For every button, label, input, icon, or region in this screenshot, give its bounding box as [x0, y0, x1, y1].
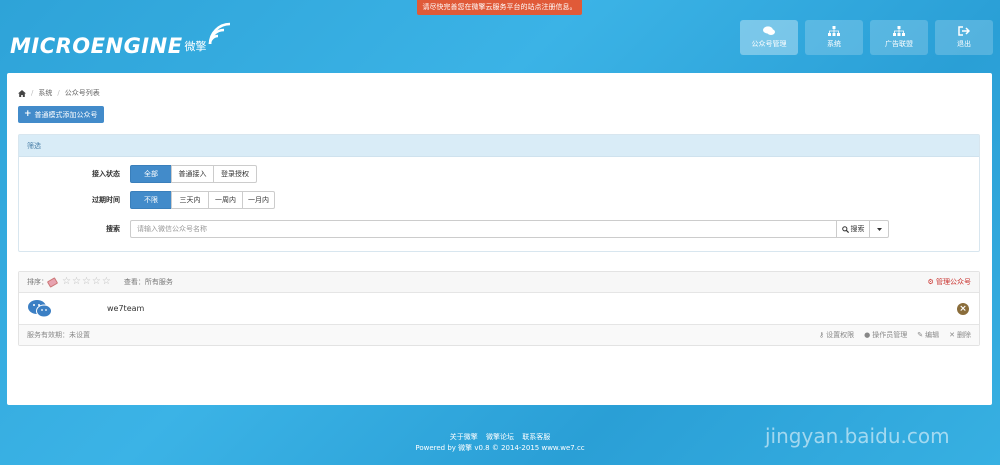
filter-all[interactable]: 全部 — [130, 165, 172, 183]
expire-time-label: 过期时间 — [92, 196, 120, 204]
list-item-footer: 服务有效期：未设置 ⚷ 设置权限 ● 操作员管理 ✎ 编辑 ✕ 删除 — [19, 325, 979, 345]
nav-account-manage[interactable]: 公众号管理 — [740, 20, 798, 55]
operator-manage-link[interactable]: ● 操作员管理 — [864, 330, 907, 340]
breadcrumb-system[interactable]: 系统 — [38, 88, 52, 98]
view-filter[interactable]: 查看：所有服务 — [124, 277, 173, 287]
list-header: 排序： ☆ ☆ ☆ ☆ ☆ 查看：所有服务 ⚙ 管理公众号 — [19, 272, 979, 293]
logo[interactable]: MICROENGINE 微擎 — [10, 18, 231, 58]
breadcrumb: / 系统 / 公众号列表 — [18, 88, 100, 98]
home-icon[interactable] — [18, 89, 26, 97]
plus-icon: + — [24, 109, 32, 119]
nav-label: 公众号管理 — [751, 40, 787, 48]
nav-system[interactable]: 系统 — [805, 20, 863, 55]
signal-icon — [208, 22, 231, 45]
add-account-button[interactable]: + 普通模式添加公众号 — [18, 106, 104, 123]
filter-title: 筛选 — [19, 135, 979, 157]
baidu-watermark: Bai 经验 jingyan.baidu.com — [765, 373, 950, 448]
search-button[interactable]: 搜索 — [836, 220, 870, 238]
manage-accounts-link[interactable]: ⚙ 管理公众号 — [927, 272, 971, 293]
search-label: 搜索 — [106, 225, 120, 233]
expire-week[interactable]: 一周内 — [208, 191, 243, 209]
search-group: 请输入微信公众号名称 搜索 — [130, 220, 889, 238]
edit-link[interactable]: ✎ 编辑 — [917, 330, 939, 340]
logo-cn: 微擎 — [184, 40, 207, 53]
sign-out-icon — [958, 26, 970, 36]
star-icon[interactable]: ☆ — [72, 277, 81, 287]
expire-month[interactable]: 一月内 — [242, 191, 275, 209]
comments-icon — [763, 26, 775, 35]
star-rating[interactable]: ☆ ☆ ☆ ☆ ☆ — [62, 277, 112, 287]
gear-icon: ⚙ — [927, 278, 934, 286]
key-icon: ⚷ — [819, 331, 825, 339]
nav-label: 退出 — [957, 40, 971, 48]
expire-3days[interactable]: 三天内 — [171, 191, 209, 209]
times-icon: ✕ — [949, 331, 955, 339]
nav-ad-alliance[interactable]: 广告联盟 — [870, 20, 928, 55]
footer-link-support[interactable]: 联系客服 — [522, 433, 550, 441]
list-item[interactable]: we7team × — [19, 293, 979, 325]
footer-link-about[interactable]: 关于微擎 — [450, 433, 478, 441]
footer-link-forum[interactable]: 微擎论坛 — [486, 433, 514, 441]
main-panel: / 系统 / 公众号列表 + 普通模式添加公众号 筛选 接入状态 全部 普通接入… — [7, 73, 992, 405]
star-icon[interactable]: ☆ — [102, 277, 111, 287]
search-dropdown-button[interactable] — [869, 220, 889, 238]
search-icon — [841, 225, 849, 233]
filter-panel: 筛选 接入状态 全部 普通接入 登录授权 过期时间 不限 三天内 一周内 一月内… — [18, 134, 980, 252]
notice-banner[interactable]: 请尽快完善您在微擎云服务平台的站点注册信息。 — [417, 0, 582, 15]
sitemap-icon — [893, 26, 905, 36]
sitemap-icon — [828, 26, 840, 36]
filter-normal-access[interactable]: 普通接入 — [171, 165, 214, 183]
account-list-panel: 排序： ☆ ☆ ☆ ☆ ☆ 查看：所有服务 ⚙ 管理公众号 we7team × … — [18, 271, 980, 346]
star-icon[interactable]: ☆ — [82, 277, 91, 287]
account-name[interactable]: we7team — [107, 304, 144, 313]
breadcrumb-account-list: 公众号列表 — [64, 89, 100, 97]
expire-time-row: 过期时间 不限 三天内 一周内 一月内 — [19, 191, 275, 209]
eraser-icon[interactable] — [46, 276, 59, 288]
close-icon[interactable]: × — [957, 302, 969, 315]
search-input[interactable]: 请输入微信公众号名称 — [130, 220, 837, 238]
nav-label: 广告联盟 — [885, 40, 913, 48]
wechat-icon — [28, 299, 52, 317]
top-nav: 公众号管理 系统 广告联盟 退出 — [740, 20, 993, 55]
expire-unlimited[interactable]: 不限 — [130, 191, 172, 209]
star-icon[interactable]: ☆ — [62, 277, 71, 287]
edit-icon: ✎ — [917, 331, 924, 339]
watermark-url: jingyan.baidu.com — [765, 424, 950, 448]
star-icon[interactable]: ☆ — [92, 277, 101, 287]
service-validity: 服务有效期：未设置 — [27, 331, 90, 339]
sort-label: 排序： — [27, 278, 48, 286]
access-status-group: 全部 普通接入 登录授权 — [130, 165, 257, 183]
search-row: 搜索 请输入微信公众号名称 搜索 — [19, 220, 889, 238]
nav-label: 系统 — [827, 40, 841, 48]
nav-logout[interactable]: 退出 — [935, 20, 993, 55]
filter-login-auth[interactable]: 登录授权 — [213, 165, 257, 183]
access-status-row: 接入状态 全部 普通接入 登录授权 — [19, 165, 257, 183]
user-icon: ● — [864, 331, 871, 339]
caret-down-icon — [876, 227, 882, 231]
set-permission-link[interactable]: ⚷ 设置权限 — [819, 330, 854, 340]
watermark-brand: Bai 经验 — [770, 373, 894, 408]
logo-text: MICROENGINE — [10, 34, 183, 58]
expire-time-group: 不限 三天内 一周内 一月内 — [130, 191, 275, 209]
add-account-label: 普通模式添加公众号 — [34, 110, 98, 119]
row-actions: ⚷ 设置权限 ● 操作员管理 ✎ 编辑 ✕ 删除 — [819, 330, 971, 340]
search-button-label: 搜索 — [850, 225, 865, 233]
delete-link[interactable]: ✕ 删除 — [949, 330, 971, 340]
access-status-label: 接入状态 — [92, 170, 120, 178]
